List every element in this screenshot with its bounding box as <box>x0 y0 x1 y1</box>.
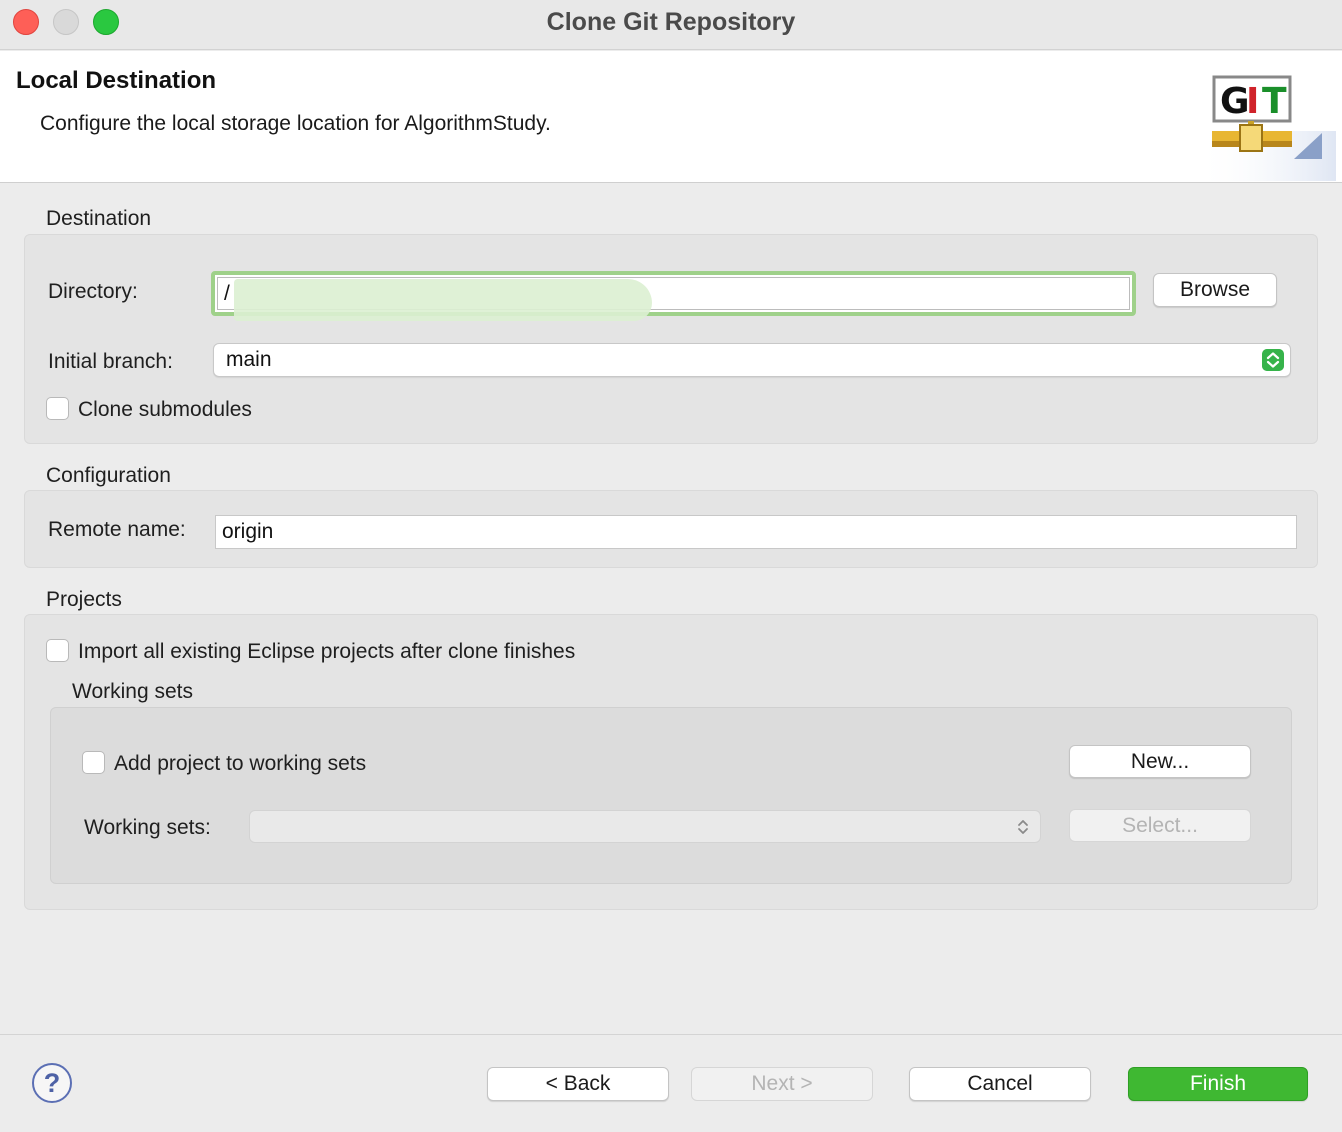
remote-name-label: Remote name: <box>48 518 186 541</box>
finish-button[interactable]: Finish <box>1128 1067 1308 1101</box>
initial-branch-select[interactable]: main <box>213 343 1291 377</box>
back-button[interactable]: < Back <box>487 1067 669 1101</box>
footer-separator <box>0 1034 1342 1035</box>
working-sets-group <box>50 707 1292 884</box>
chevron-up-down-icon <box>1018 820 1028 834</box>
select-working-sets-button[interactable]: Select... <box>1069 809 1251 842</box>
page-title: Local Destination <box>16 67 217 94</box>
working-sets-group-label: Working sets <box>72 680 193 703</box>
initial-branch-value: main <box>226 348 272 371</box>
git-logo-icon: G I T <box>1196 75 1336 181</box>
page-description: Configure the local storage location for… <box>40 112 551 135</box>
help-glyph: ? <box>43 1068 61 1098</box>
directory-label: Directory: <box>48 280 138 303</box>
projects-section-label: Projects <box>46 588 122 611</box>
destination-section-label: Destination <box>46 207 152 230</box>
import-projects-label: Import all existing Eclipse projects aft… <box>78 640 576 663</box>
svg-text:I: I <box>1246 81 1259 122</box>
redacted-path-overlay <box>234 279 652 321</box>
browse-button[interactable]: Browse <box>1153 273 1277 307</box>
help-icon[interactable]: ? <box>32 1063 72 1103</box>
initial-branch-label: Initial branch: <box>48 350 173 373</box>
clone-submodules-checkbox[interactable] <box>46 397 69 420</box>
clone-submodules-label: Clone submodules <box>78 398 252 421</box>
working-sets-select[interactable] <box>249 810 1041 843</box>
title-bar: Clone Git Repository <box>0 0 1342 50</box>
configuration-section-label: Configuration <box>46 464 171 487</box>
import-projects-checkbox[interactable] <box>46 639 69 662</box>
chevron-up-down-icon <box>1262 349 1284 371</box>
window-title: Clone Git Repository <box>546 8 796 36</box>
remote-name-input[interactable] <box>215 515 1297 549</box>
cancel-button[interactable]: Cancel <box>909 1067 1091 1101</box>
add-to-working-sets-checkbox[interactable] <box>82 751 105 774</box>
add-to-working-sets-label: Add project to working sets <box>114 752 367 775</box>
next-button[interactable]: Next > <box>691 1067 873 1101</box>
wizard-header: Local Destination Configure the local st… <box>0 51 1342 183</box>
new-working-set-button[interactable]: New... <box>1069 745 1251 778</box>
svg-text:T: T <box>1262 81 1287 122</box>
working-sets-label: Working sets: <box>84 816 211 839</box>
